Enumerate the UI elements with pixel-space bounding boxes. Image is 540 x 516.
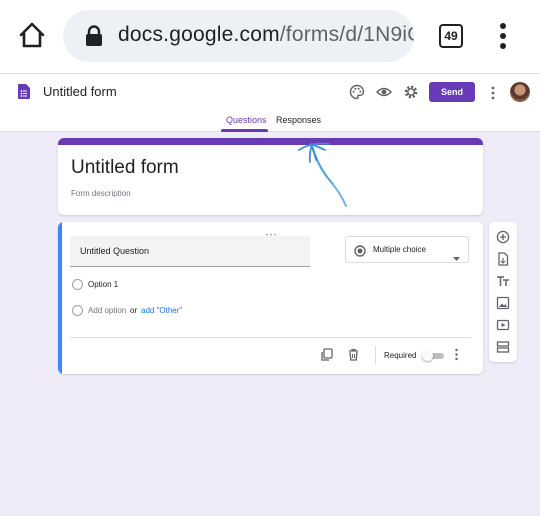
more-vert-icon[interactable]	[496, 22, 510, 50]
add-option-row: Add option or add "Other"	[72, 304, 272, 318]
add-option-link[interactable]: Add option	[88, 306, 126, 315]
add-section-icon[interactable]	[496, 340, 510, 354]
caret-down-icon	[453, 248, 460, 261]
forms-logo-icon[interactable]	[18, 84, 30, 99]
form-description[interactable]: Form description	[71, 189, 131, 198]
add-image-icon[interactable]	[496, 296, 510, 310]
gear-icon[interactable]	[403, 84, 419, 100]
option-radio	[72, 305, 83, 316]
eye-icon[interactable]	[376, 84, 392, 100]
theme-accent-bar	[58, 138, 483, 145]
question-card[interactable]: Untitled Question Multiple choice Option…	[58, 222, 483, 374]
question-type-label: Multiple choice	[373, 245, 426, 254]
active-tab-indicator	[221, 129, 268, 132]
question-title-input[interactable]: Untitled Question	[70, 236, 310, 267]
trash-icon[interactable]	[347, 348, 360, 361]
lock-icon[interactable]	[85, 25, 103, 47]
add-video-icon[interactable]	[496, 318, 510, 332]
more-vert-icon[interactable]	[489, 85, 497, 101]
divider	[375, 346, 376, 364]
active-card-indicator	[58, 222, 62, 374]
url-path: /forms/d/1N9iO	[279, 23, 414, 46]
send-button[interactable]: Send	[429, 82, 475, 102]
floating-toolbar	[489, 222, 517, 362]
url-host: docs.google.com	[118, 23, 280, 46]
browser-toolbar: docs.google.com/forms/d/1N9iO 49	[0, 0, 540, 74]
question-title: Untitled Question	[80, 246, 150, 256]
drag-handle-icon[interactable]	[265, 226, 277, 239]
home-icon[interactable]	[17, 20, 47, 50]
import-questions-icon[interactable]	[496, 252, 510, 266]
more-vert-icon[interactable]	[454, 348, 459, 361]
tabs-icon[interactable]: 49	[439, 24, 463, 48]
duplicate-icon[interactable]	[320, 348, 333, 361]
forms-header: Untitled form Send Questions Responses	[0, 74, 540, 132]
option-label[interactable]: Option 1	[88, 280, 118, 289]
tab-responses[interactable]: Responses	[276, 115, 321, 125]
url-text[interactable]: docs.google.com/forms/d/1N9iO	[118, 23, 414, 47]
add-question-icon[interactable]	[496, 230, 510, 244]
tab-count: 49	[444, 29, 458, 43]
required-toggle[interactable]	[422, 350, 444, 361]
address-bar[interactable]: docs.google.com/forms/d/1N9iO	[63, 10, 414, 62]
or-text: or	[130, 306, 138, 315]
form-title-card: Untitled form Form description	[58, 138, 483, 215]
tab-questions[interactable]: Questions	[226, 115, 267, 125]
add-other-link[interactable]: add "Other"	[141, 306, 182, 315]
question-type-dropdown[interactable]: Multiple choice	[345, 236, 469, 263]
avatar[interactable]	[510, 82, 530, 102]
required-label: Required	[384, 351, 417, 360]
radio-button-icon	[354, 244, 366, 257]
palette-icon[interactable]	[349, 84, 365, 100]
form-title[interactable]: Untitled form	[71, 157, 179, 179]
toggle-thumb	[422, 350, 433, 361]
document-title[interactable]: Untitled form	[43, 84, 117, 99]
option-radio	[72, 279, 83, 290]
divider	[70, 337, 471, 338]
add-title-icon[interactable]	[496, 274, 510, 288]
